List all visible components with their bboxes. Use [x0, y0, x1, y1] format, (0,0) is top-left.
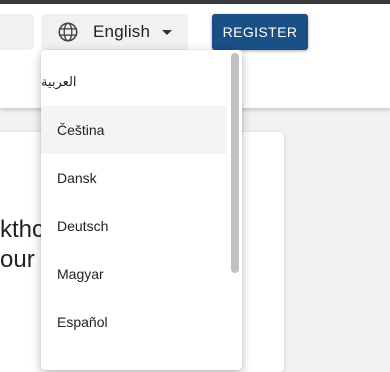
language-option-spanish[interactable]: Español	[41, 298, 227, 346]
register-button[interactable]: REGISTER	[212, 14, 308, 50]
language-options-list: العربية Čeština Dansk Deutsch Magyar Esp…	[41, 58, 227, 346]
dropdown-scrollbar[interactable]	[229, 50, 242, 370]
language-option-hungarian[interactable]: Magyar	[41, 250, 227, 298]
scrollbar-thumb[interactable]	[231, 53, 239, 273]
language-option-danish[interactable]: Dansk	[41, 154, 227, 202]
language-label: English	[93, 22, 151, 41]
card-text-line-1: kthc	[0, 216, 45, 243]
globe-icon	[57, 21, 79, 43]
search-field[interactable]	[0, 14, 34, 50]
caret-down-icon	[162, 29, 173, 35]
language-option-arabic[interactable]: العربية	[41, 58, 227, 106]
language-dropdown-menu: العربية Čeština Dansk Deutsch Magyar Esp…	[41, 50, 242, 370]
language-selector-button[interactable]: English	[41, 14, 188, 50]
language-option-german[interactable]: Deutsch	[41, 202, 227, 250]
language-option-czech[interactable]: Čeština	[41, 106, 227, 154]
